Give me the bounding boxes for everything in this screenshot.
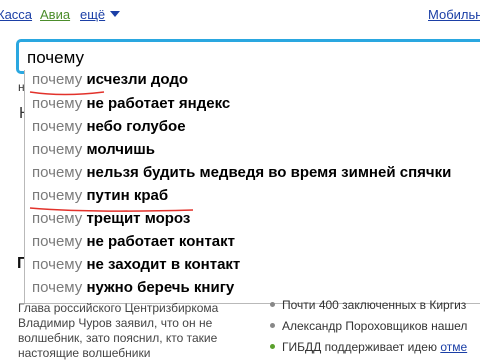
suggestion-item[interactable]: почему нужно беречь книгу [32,279,234,302]
top-navigation: Касса Авиа ещё Мобильн [0,0,480,30]
news-item-text: Почти 400 заключенных в Киргиз [282,298,467,312]
bullet-icon [270,323,275,328]
search-box [16,39,480,74]
news-item[interactable]: Александр Пороховщиков нашел [270,317,480,338]
news-item-text: Александр Пороховщиков нашел [282,319,468,333]
news-snippet[interactable]: Глава российского Центризбиркома Владими… [18,301,248,361]
suggestion-suffix: нужно беречь книгу [86,279,235,296]
suggestion-suffix: не заходит в контакт [86,256,241,273]
suggestion-prefix: почему [32,118,83,135]
suggestion-item[interactable]: почему не работает яндекс [32,95,230,118]
news-item-link[interactable]: отме [440,340,467,354]
suggestion-prefix: почему [32,187,83,204]
suggestion-dropdown: почему исчезли додо почему не работает я… [24,70,480,304]
news-item[interactable]: ГИБДД поддерживает идею отме [270,338,480,359]
chevron-down-icon[interactable] [110,11,120,17]
nav-link-avia[interactable]: Авиа [40,7,70,22]
suggestion-item[interactable]: почему небо голубое [32,118,186,141]
suggestion-prefix: почему [32,279,83,296]
hand-drawn-underline [29,207,194,212]
suggestion-suffix: путин краб [86,187,169,204]
suggestion-suffix: исчезли додо [86,71,189,88]
suggestion-suffix: не работает яндекс [86,95,231,112]
news-snippet-line: Владимир Чуров заявил, что он не [18,316,213,330]
suggestion-suffix: нельзя будить медведя во время зимней сп… [86,164,452,181]
hand-drawn-underline [29,91,105,96]
nav-link-mobile[interactable]: Мобильн [428,7,480,22]
news-snippet-line: волшебник, зато пояснил, кто такие [18,331,218,345]
suggestion-suffix: не работает контакт [86,233,236,250]
suggestion-suffix: молчишь [86,141,155,158]
suggestion-item[interactable]: почему не работает контакт [32,233,235,256]
suggestion-prefix: почему [32,71,83,88]
news-item[interactable]: Почти 400 заключенных в Киргиз [270,296,480,317]
suggestion-item[interactable]: почему молчишь [32,141,155,164]
search-input[interactable] [25,44,469,72]
bullet-icon [270,302,275,307]
suggestion-prefix: почему [32,256,83,273]
suggestion-suffix: небо голубое [86,118,186,135]
news-item-text: ГИБДД поддерживает идею отме [282,340,467,354]
suggestion-prefix: почему [32,233,83,250]
nav-link-kassa[interactable]: Касса [0,7,32,22]
news-list: Почти 400 заключенных в Киргиз Александр… [270,296,480,359]
suggestion-item[interactable]: почему нельзя будить медведя во время зи… [32,164,451,187]
news-item-text-main: ГИБДД поддерживает идею [282,340,437,354]
suggestion-prefix: почему [32,141,83,158]
suggestion-item[interactable]: почему не заходит в контакт [32,256,240,279]
nav-link-more[interactable]: ещё [80,7,105,22]
news-snippet-line: настоящие волшебники [18,346,151,360]
news-snippet-line: Глава российского Центризбиркома [18,301,219,315]
bullet-icon [270,344,275,349]
suggestion-prefix: почему [32,164,83,181]
